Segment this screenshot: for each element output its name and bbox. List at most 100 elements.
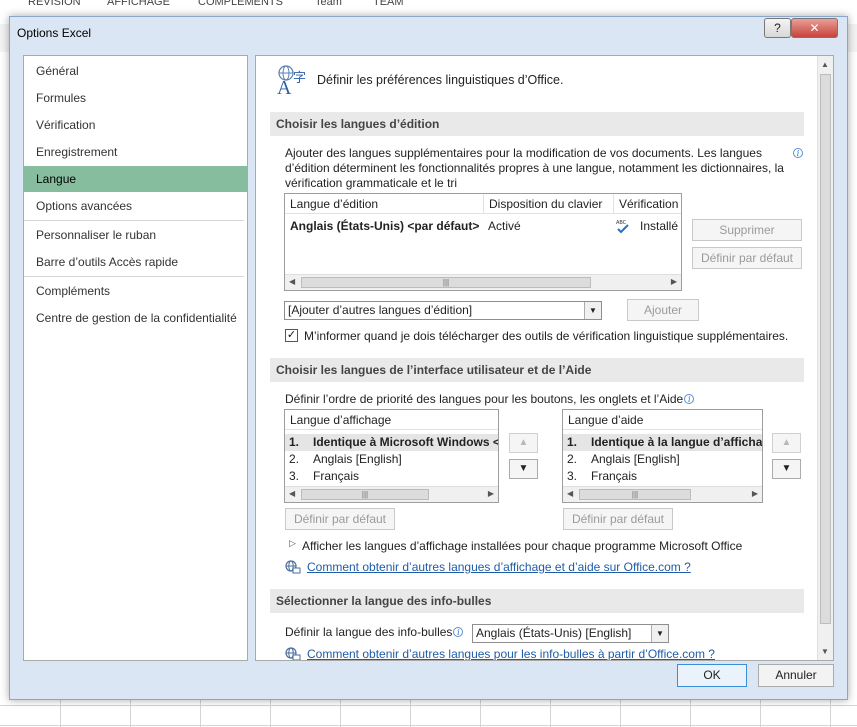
list-item-label: Anglais [English]: [591, 452, 680, 466]
grid-line: [60, 700, 61, 727]
scroll-left-icon[interactable]: ◀: [289, 489, 295, 498]
scroll-left-icon[interactable]: ◀: [567, 489, 573, 498]
help-language-list[interactable]: Langue d’aide 1. Identique à la langue d…: [562, 409, 763, 503]
table-hscrollbar[interactable]: ◀ ||| ▶: [285, 274, 681, 290]
notify-proofing-label[interactable]: M’informer quand je dois télécharger des…: [304, 329, 788, 343]
nav-item-general[interactable]: Général: [24, 58, 247, 84]
grid-line: [480, 700, 481, 727]
language-icon: A 字: [277, 65, 306, 96]
scroll-down-icon[interactable]: ▼: [821, 647, 829, 656]
add-language-button[interactable]: Ajouter: [627, 299, 699, 321]
nav-item-barre-acces-rapide[interactable]: Barre d’outils Accès rapide: [24, 249, 247, 275]
editing-description-line-2: d’édition déterminent les fonctionnalité…: [285, 161, 784, 175]
list-item[interactable]: 1. Identique à la langue d’affichag: [563, 434, 762, 451]
ribbon-tab-affichage[interactable]: AFFICHAGE: [107, 0, 170, 8]
column-header-verification[interactable]: Vérification: [613, 194, 681, 214]
display-language-header: Langue d’affichage: [285, 410, 498, 430]
set-default-editing-button[interactable]: Définir par défaut: [692, 247, 802, 269]
more-tooltip-languages-link[interactable]: Comment obtenir d’autres langues pour le…: [307, 647, 715, 660]
language-content-pane: A 字 Définir les préférences linguistique…: [255, 55, 834, 661]
expander-triangle-icon[interactable]: ▷: [289, 538, 296, 549]
grid-line: [0, 725, 857, 726]
combo-value: [Ajouter d’autres langues d’édition]: [288, 303, 473, 317]
display-language-list[interactable]: Langue d’affichage 1. Identique à Micros…: [284, 409, 499, 503]
scroll-right-icon[interactable]: ▶: [671, 277, 677, 286]
editing-description-line-3: vérification grammaticale et le tri: [285, 176, 458, 190]
nav-item-options-avancees[interactable]: Options avancées: [24, 193, 247, 219]
scroll-right-icon[interactable]: ▶: [752, 489, 758, 498]
scroll-thumb[interactable]: |||: [301, 489, 429, 500]
nav-item-verification[interactable]: Vérification: [24, 112, 247, 138]
close-button[interactable]: ✕: [791, 18, 838, 38]
show-installed-languages-expander[interactable]: Afficher les langues d’affichage install…: [302, 539, 742, 553]
editing-languages-table[interactable]: Langue d’édition Disposition du clavier …: [284, 193, 682, 291]
editing-language-cell[interactable]: Anglais (États-Unis) <par défaut>: [290, 218, 479, 235]
nav-item-enregistrement[interactable]: Enregistrement: [24, 139, 247, 165]
list-item[interactable]: 2. Anglais [English]: [563, 451, 762, 468]
section-ui-languages: Choisir les langues de l’interface utili…: [270, 358, 804, 382]
editing-description-line-1: Ajouter des langues supplémentaires pour…: [285, 146, 762, 160]
cancel-button[interactable]: Annuler: [758, 664, 834, 687]
info-icon[interactable]: i: [453, 627, 464, 637]
help-button[interactable]: ?: [764, 18, 791, 38]
dropdown-arrow-icon[interactable]: ▼: [651, 625, 668, 642]
set-default-display-button[interactable]: Définir par défaut: [285, 508, 395, 530]
ui-description-text: Définir l’ordre de priorité des langues …: [285, 392, 684, 406]
ok-button[interactable]: OK: [677, 664, 747, 687]
list-item[interactable]: 1. Identique à Microsoft Windows <: [285, 434, 498, 451]
grid-line: [340, 700, 341, 727]
nav-item-complements[interactable]: Compléments: [24, 278, 247, 304]
tooltip-language-label: Définir la langue des info-bulles: [285, 625, 453, 639]
grid-line: [200, 700, 201, 727]
scroll-thumb[interactable]: |||: [301, 277, 591, 288]
column-header-disposition[interactable]: Disposition du clavier: [483, 194, 613, 214]
list-item[interactable]: 3. Français: [563, 468, 762, 485]
scroll-thumb[interactable]: |||: [579, 489, 691, 500]
column-header-langue[interactable]: Langue d’édition: [285, 194, 483, 214]
display-list-hscrollbar[interactable]: ◀ ||| ▶: [285, 486, 498, 502]
svg-text:A: A: [277, 77, 292, 96]
display-move-up-button[interactable]: ▲: [509, 433, 538, 453]
list-item-num: 2.: [567, 452, 578, 466]
title-bar[interactable]: Options Excel ? ✕: [10, 17, 847, 47]
nav-item-centre-confidentialite[interactable]: Centre de gestion de la confidentialité: [24, 305, 247, 331]
keyboard-status-cell: Activé: [488, 219, 521, 233]
scroll-left-icon[interactable]: ◀: [289, 277, 295, 286]
ribbon-tab-team-2[interactable]: TEAM: [373, 0, 404, 8]
info-icon[interactable]: i: [684, 394, 695, 404]
proofing-status-cell: Installé: [640, 219, 679, 233]
help-move-up-button[interactable]: ▲: [772, 433, 801, 453]
page-header: Définir les préférences linguistiques d’…: [317, 73, 564, 87]
list-item[interactable]: 2. Anglais [English]: [285, 451, 498, 468]
set-default-help-button[interactable]: Définir par défaut: [563, 508, 673, 530]
info-icon[interactable]: i: [793, 148, 803, 158]
ribbon-tab-team[interactable]: Team: [315, 0, 342, 8]
list-item[interactable]: 3. Français: [285, 468, 498, 485]
ribbon-tab-revision[interactable]: RÉVISION: [28, 0, 81, 8]
nav-item-formules[interactable]: Formules: [24, 85, 247, 111]
grid-line: [690, 700, 691, 727]
scroll-right-icon[interactable]: ▶: [488, 489, 494, 498]
tooltip-language-combo[interactable]: Anglais (États-Unis) [English] ▼: [472, 624, 669, 643]
list-item-label: Anglais [English]: [313, 452, 402, 466]
office-link-icon: [285, 647, 301, 660]
scroll-up-icon[interactable]: ▲: [821, 60, 829, 69]
grid-line: [760, 700, 761, 727]
notify-proofing-checkbox[interactable]: ✓: [285, 329, 298, 342]
list-item-num: 3.: [289, 469, 300, 483]
add-editing-language-combo[interactable]: [Ajouter d’autres langues d’édition] ▼: [284, 301, 602, 320]
dropdown-arrow-icon[interactable]: ▼: [584, 302, 601, 319]
help-list-hscrollbar[interactable]: ◀ ||| ▶: [563, 486, 762, 502]
display-move-down-button[interactable]: ▼: [509, 459, 538, 479]
remove-language-button[interactable]: Supprimer: [692, 219, 802, 241]
options-dialog: Options Excel ? ✕ Général Formules Vérif…: [9, 16, 848, 700]
ribbon-tab-complements[interactable]: COMPLÉMENTS: [198, 0, 283, 8]
scroll-thumb[interactable]: [820, 74, 831, 624]
nav-separator: [24, 220, 244, 221]
nav-item-langue[interactable]: Langue: [24, 166, 247, 192]
help-move-down-button[interactable]: ▼: [772, 459, 801, 479]
nav-item-personnaliser-ruban[interactable]: Personnaliser le ruban: [24, 222, 247, 248]
list-item-label: Identique à la langue d’affichag: [591, 435, 763, 449]
content-vscrollbar[interactable]: ▲ ▼: [817, 56, 833, 660]
more-display-languages-link[interactable]: Comment obtenir d’autres langues d’affic…: [307, 560, 691, 574]
